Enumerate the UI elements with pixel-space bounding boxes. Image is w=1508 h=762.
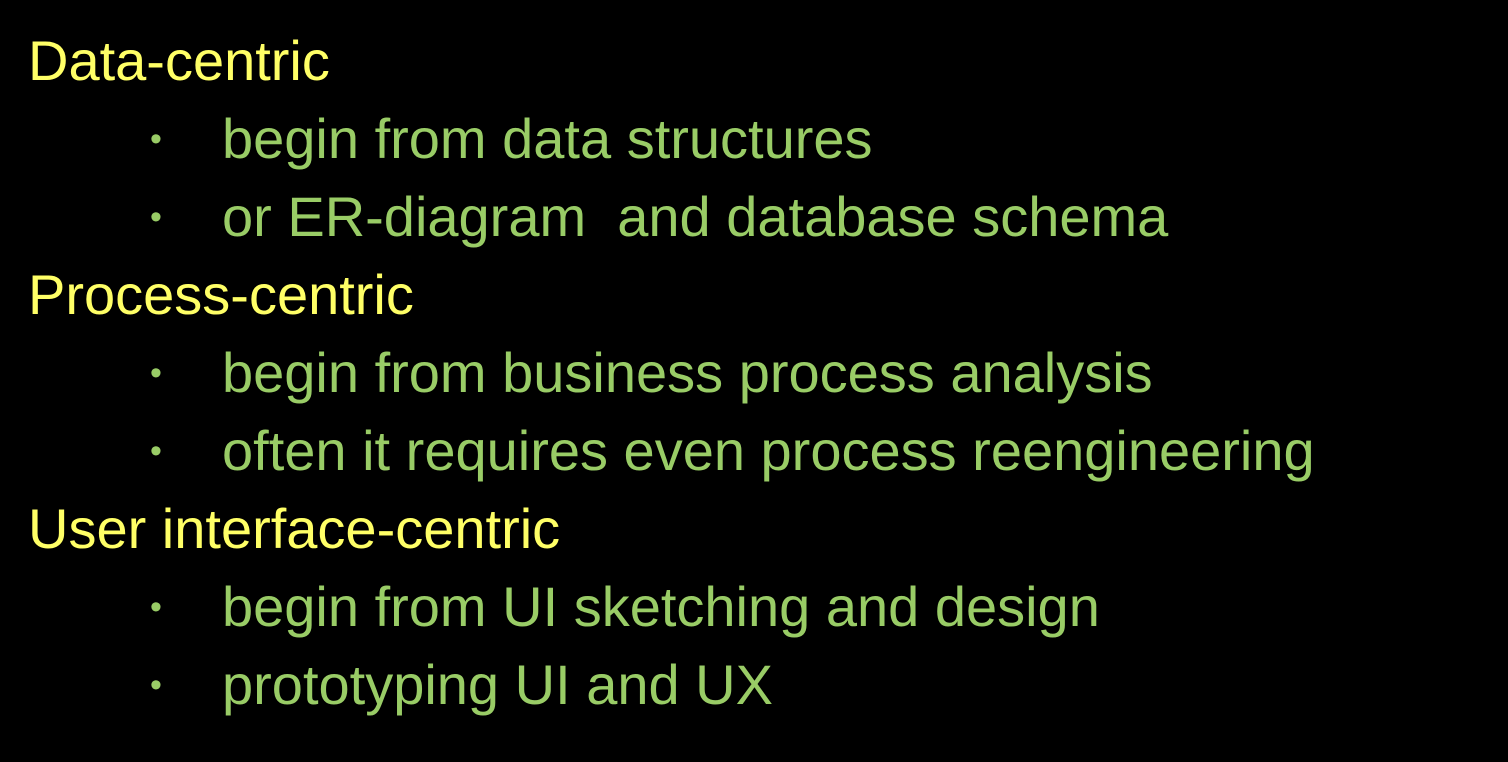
slide: Data-centric • begin from data structure… (0, 0, 1508, 762)
bullet-icon: • (150, 666, 162, 704)
bullet-icon: • (150, 120, 162, 158)
bullet-text: prototyping UI and UX (222, 653, 773, 716)
section-title: User interface-centric (28, 497, 561, 560)
bullet-icon: • (150, 198, 162, 236)
bullet-icon: • (150, 588, 162, 626)
section-title: Process-centric (28, 263, 414, 326)
bullet-text: often it requires even process reenginee… (222, 419, 1315, 482)
bullet-text: begin from UI sketching and design (222, 575, 1100, 638)
bullet-icon: • (150, 432, 162, 470)
bullet-text: begin from business process analysis (222, 341, 1153, 404)
bullet-text: begin from data structures (222, 107, 873, 170)
section-title: Data-centric (28, 29, 330, 92)
bullet-text: or ER-diagram and database schema (222, 185, 1169, 248)
bullet-icon: • (150, 354, 162, 392)
